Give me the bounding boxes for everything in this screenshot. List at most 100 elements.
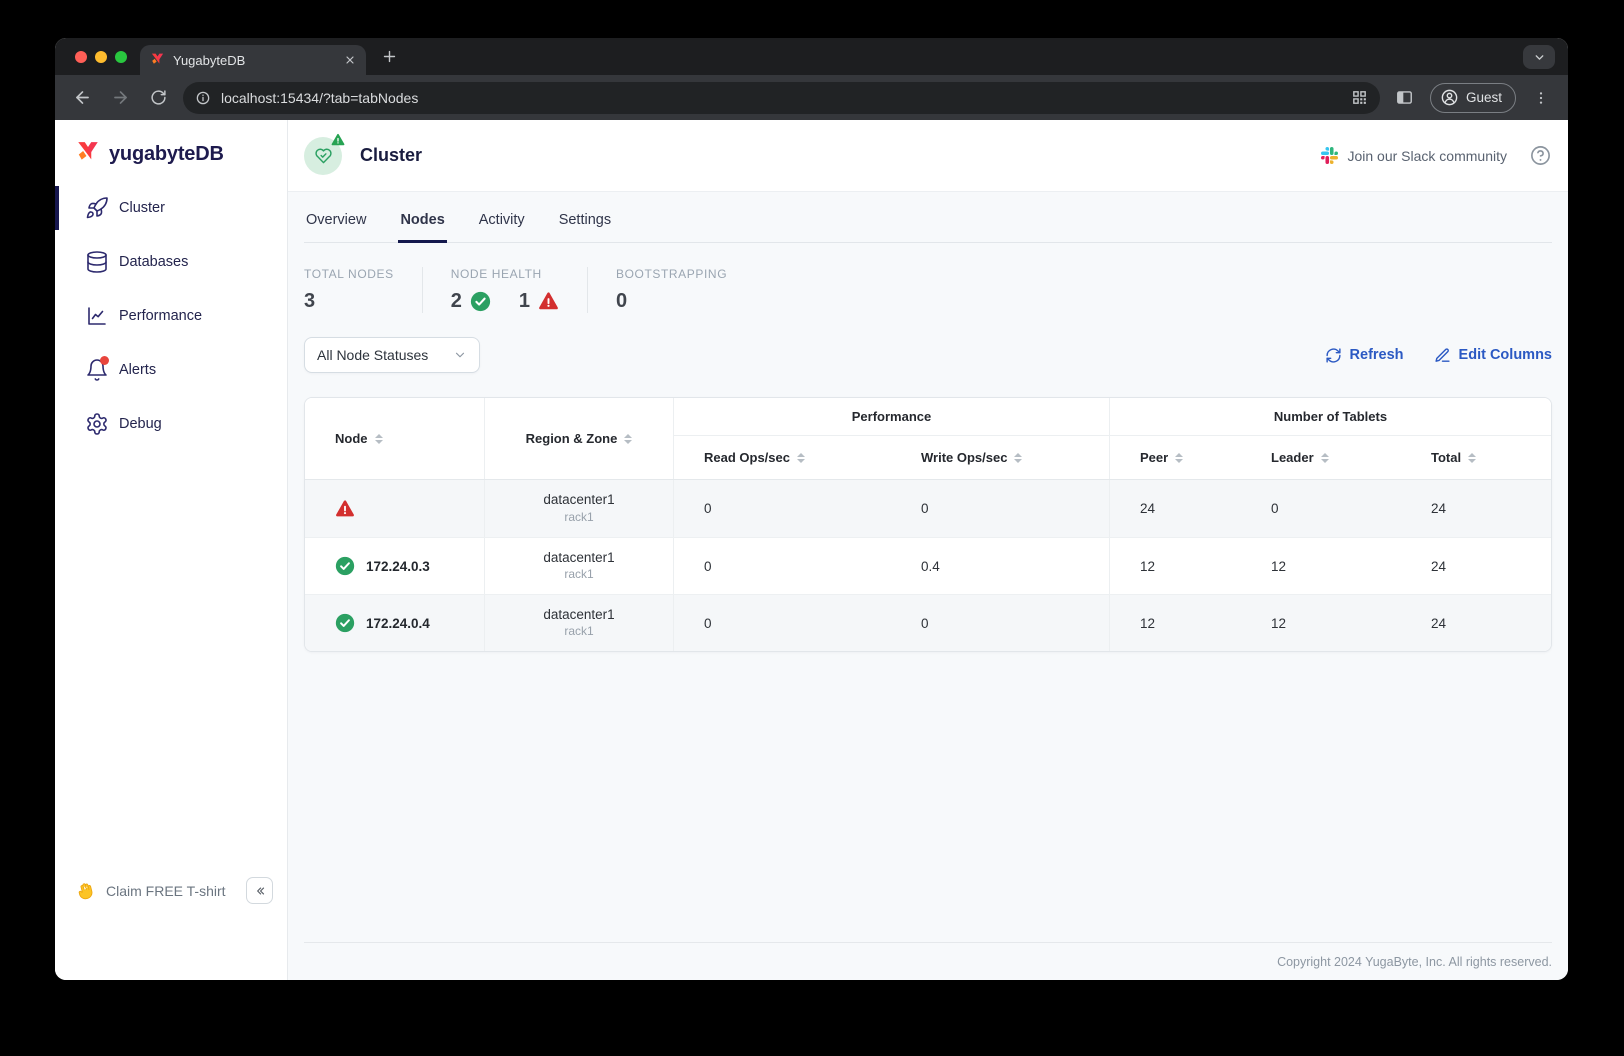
table-row[interactable]: 172.24.0.4 datacenter1rack1 0 0 12 12 24: [305, 594, 1551, 651]
sidebar-item-databases[interactable]: Databases: [55, 240, 287, 284]
column-header-write-ops[interactable]: Write Ops/sec: [891, 436, 1109, 479]
close-window-button[interactable]: [75, 51, 87, 63]
region: datacenter1: [543, 549, 614, 567]
cluster-tabs: Overview Nodes Activity Settings: [304, 192, 1552, 243]
tab-settings[interactable]: Settings: [557, 204, 613, 242]
guest-label: Guest: [1466, 90, 1502, 105]
profile-guest-button[interactable]: Guest: [1430, 83, 1516, 113]
sort-icon[interactable]: [624, 434, 632, 444]
page-title: Cluster: [360, 145, 422, 166]
url-text[interactable]: localhost:15434/?tab=tabNodes: [221, 90, 1341, 106]
sort-icon[interactable]: [1468, 453, 1476, 463]
sidebar-footer: Claim FREE T-shirt: [55, 877, 287, 980]
browser-tab[interactable]: YugabyteDB: [140, 45, 366, 75]
tab-search-chevron-button[interactable]: [1523, 45, 1555, 69]
nodes-table: Node Region & Zone Performance Number of…: [304, 397, 1552, 652]
column-header-read-ops[interactable]: Read Ops/sec: [673, 436, 891, 479]
refresh-button[interactable]: Refresh: [1325, 347, 1404, 364]
stat-label: NODE HEALTH: [451, 267, 559, 281]
sidebar-item-performance[interactable]: Performance: [55, 294, 287, 338]
stat-total-nodes: TOTAL NODES 3: [304, 267, 394, 313]
sort-icon[interactable]: [1014, 453, 1022, 463]
node-name[interactable]: 172.24.0.3: [366, 559, 430, 574]
qr-code-icon[interactable]: [1351, 89, 1368, 106]
sidebar-item-cluster[interactable]: Cluster: [55, 186, 287, 230]
back-button[interactable]: [69, 85, 95, 111]
forward-button[interactable]: [107, 85, 133, 111]
maximize-window-button[interactable]: [115, 51, 127, 63]
refresh-icon: [1325, 347, 1342, 364]
slack-icon: [1321, 147, 1338, 164]
help-icon[interactable]: [1529, 144, 1552, 167]
sort-icon[interactable]: [375, 434, 383, 444]
sidebar-item-alerts[interactable]: Alerts: [55, 348, 287, 392]
page-footer: Copyright 2024 YugaByte, Inc. All rights…: [304, 942, 1552, 980]
sidebar-item-label: Alerts: [119, 362, 156, 378]
table-row[interactable]: datacenter1rack1 0 0 24 0 24: [305, 480, 1551, 537]
reload-button[interactable]: [145, 85, 171, 111]
peer-tablets-value: 12: [1109, 595, 1241, 651]
write-ops-value: 0.4: [891, 538, 1109, 594]
healthy-count: 2: [451, 290, 462, 313]
edit-columns-button[interactable]: Edit Columns: [1434, 347, 1552, 364]
browser-tabstrip: YugabyteDB: [55, 38, 1568, 75]
bootstrapping-value: 0: [616, 290, 627, 313]
chevron-down-icon: [453, 348, 467, 362]
alert-notification-dot: [100, 356, 109, 365]
column-header-peer[interactable]: Peer: [1109, 436, 1241, 479]
stat-bootstrapping: BOOTSTRAPPING 0: [616, 267, 727, 313]
yugabytedb-logo-icon: [75, 141, 101, 167]
column-header-total[interactable]: Total: [1401, 436, 1551, 479]
group-header-performance: Performance: [673, 398, 1109, 436]
page-header: Cluster Join our Slack community: [288, 120, 1568, 192]
node-name[interactable]: 172.24.0.4: [366, 616, 430, 631]
divider: [587, 267, 588, 313]
claim-tshirt-link[interactable]: Claim FREE T-shirt: [106, 883, 236, 899]
refresh-label: Refresh: [1350, 347, 1404, 363]
new-tab-button[interactable]: [381, 48, 398, 65]
node-status-filter[interactable]: All Node Statuses: [304, 337, 480, 373]
sort-icon[interactable]: [797, 453, 805, 463]
sidebar: yugabyteDB Cluster Databases: [55, 120, 288, 980]
edit-columns-label: Edit Columns: [1459, 347, 1552, 363]
collapse-sidebar-button[interactable]: [246, 877, 273, 904]
zone: rack1: [564, 510, 593, 526]
sidebar-nav: Cluster Databases Performance: [55, 169, 287, 877]
leader-tablets-value: 12: [1241, 538, 1401, 594]
column-header-node[interactable]: Node: [305, 398, 484, 479]
pencil-icon: [1434, 347, 1451, 364]
read-ops-value: 0: [673, 595, 891, 651]
person-icon: [1440, 88, 1459, 107]
window-controls: [75, 51, 127, 63]
database-icon: [85, 250, 109, 274]
sort-icon[interactable]: [1321, 453, 1329, 463]
read-ops-value: 0: [673, 480, 891, 537]
table-header: Node Region & Zone Performance Number of…: [305, 398, 1551, 480]
side-panel-icon[interactable]: [1392, 85, 1418, 111]
tab-activity[interactable]: Activity: [477, 204, 527, 242]
kebab-menu-icon[interactable]: [1528, 85, 1554, 111]
column-header-region-zone[interactable]: Region & Zone: [484, 398, 673, 479]
region: datacenter1: [543, 606, 614, 624]
table-row[interactable]: 172.24.0.3 datacenter1rack1 0 0.4 12 12 …: [305, 537, 1551, 594]
minimize-window-button[interactable]: [95, 51, 107, 63]
join-slack-link[interactable]: Join our Slack community: [1321, 147, 1507, 164]
tab-overview[interactable]: Overview: [304, 204, 368, 242]
column-header-leader[interactable]: Leader: [1241, 436, 1401, 479]
sidebar-item-label: Databases: [119, 254, 188, 270]
sidebar-item-label: Debug: [119, 416, 162, 432]
close-tab-icon[interactable]: [344, 54, 356, 66]
tab-nodes[interactable]: Nodes: [398, 204, 446, 242]
sidebar-item-debug[interactable]: Debug: [55, 402, 287, 446]
node-healthy-icon: [335, 613, 355, 633]
group-header-number-of-tablets: Number of Tablets: [1109, 398, 1551, 436]
total-tablets-value: 24: [1401, 538, 1551, 594]
yugabytedb-logo[interactable]: yugabyteDB: [55, 120, 287, 169]
stat-label: BOOTSTRAPPING: [616, 267, 727, 281]
unhealthy-count: 1: [519, 290, 530, 313]
gear-icon: [85, 412, 109, 436]
site-info-icon[interactable]: [195, 90, 211, 106]
table-toolbar: All Node Statuses Refresh Edit Columns: [304, 337, 1552, 373]
sort-icon[interactable]: [1175, 453, 1183, 463]
url-bar[interactable]: localhost:15434/?tab=tabNodes: [183, 82, 1380, 114]
